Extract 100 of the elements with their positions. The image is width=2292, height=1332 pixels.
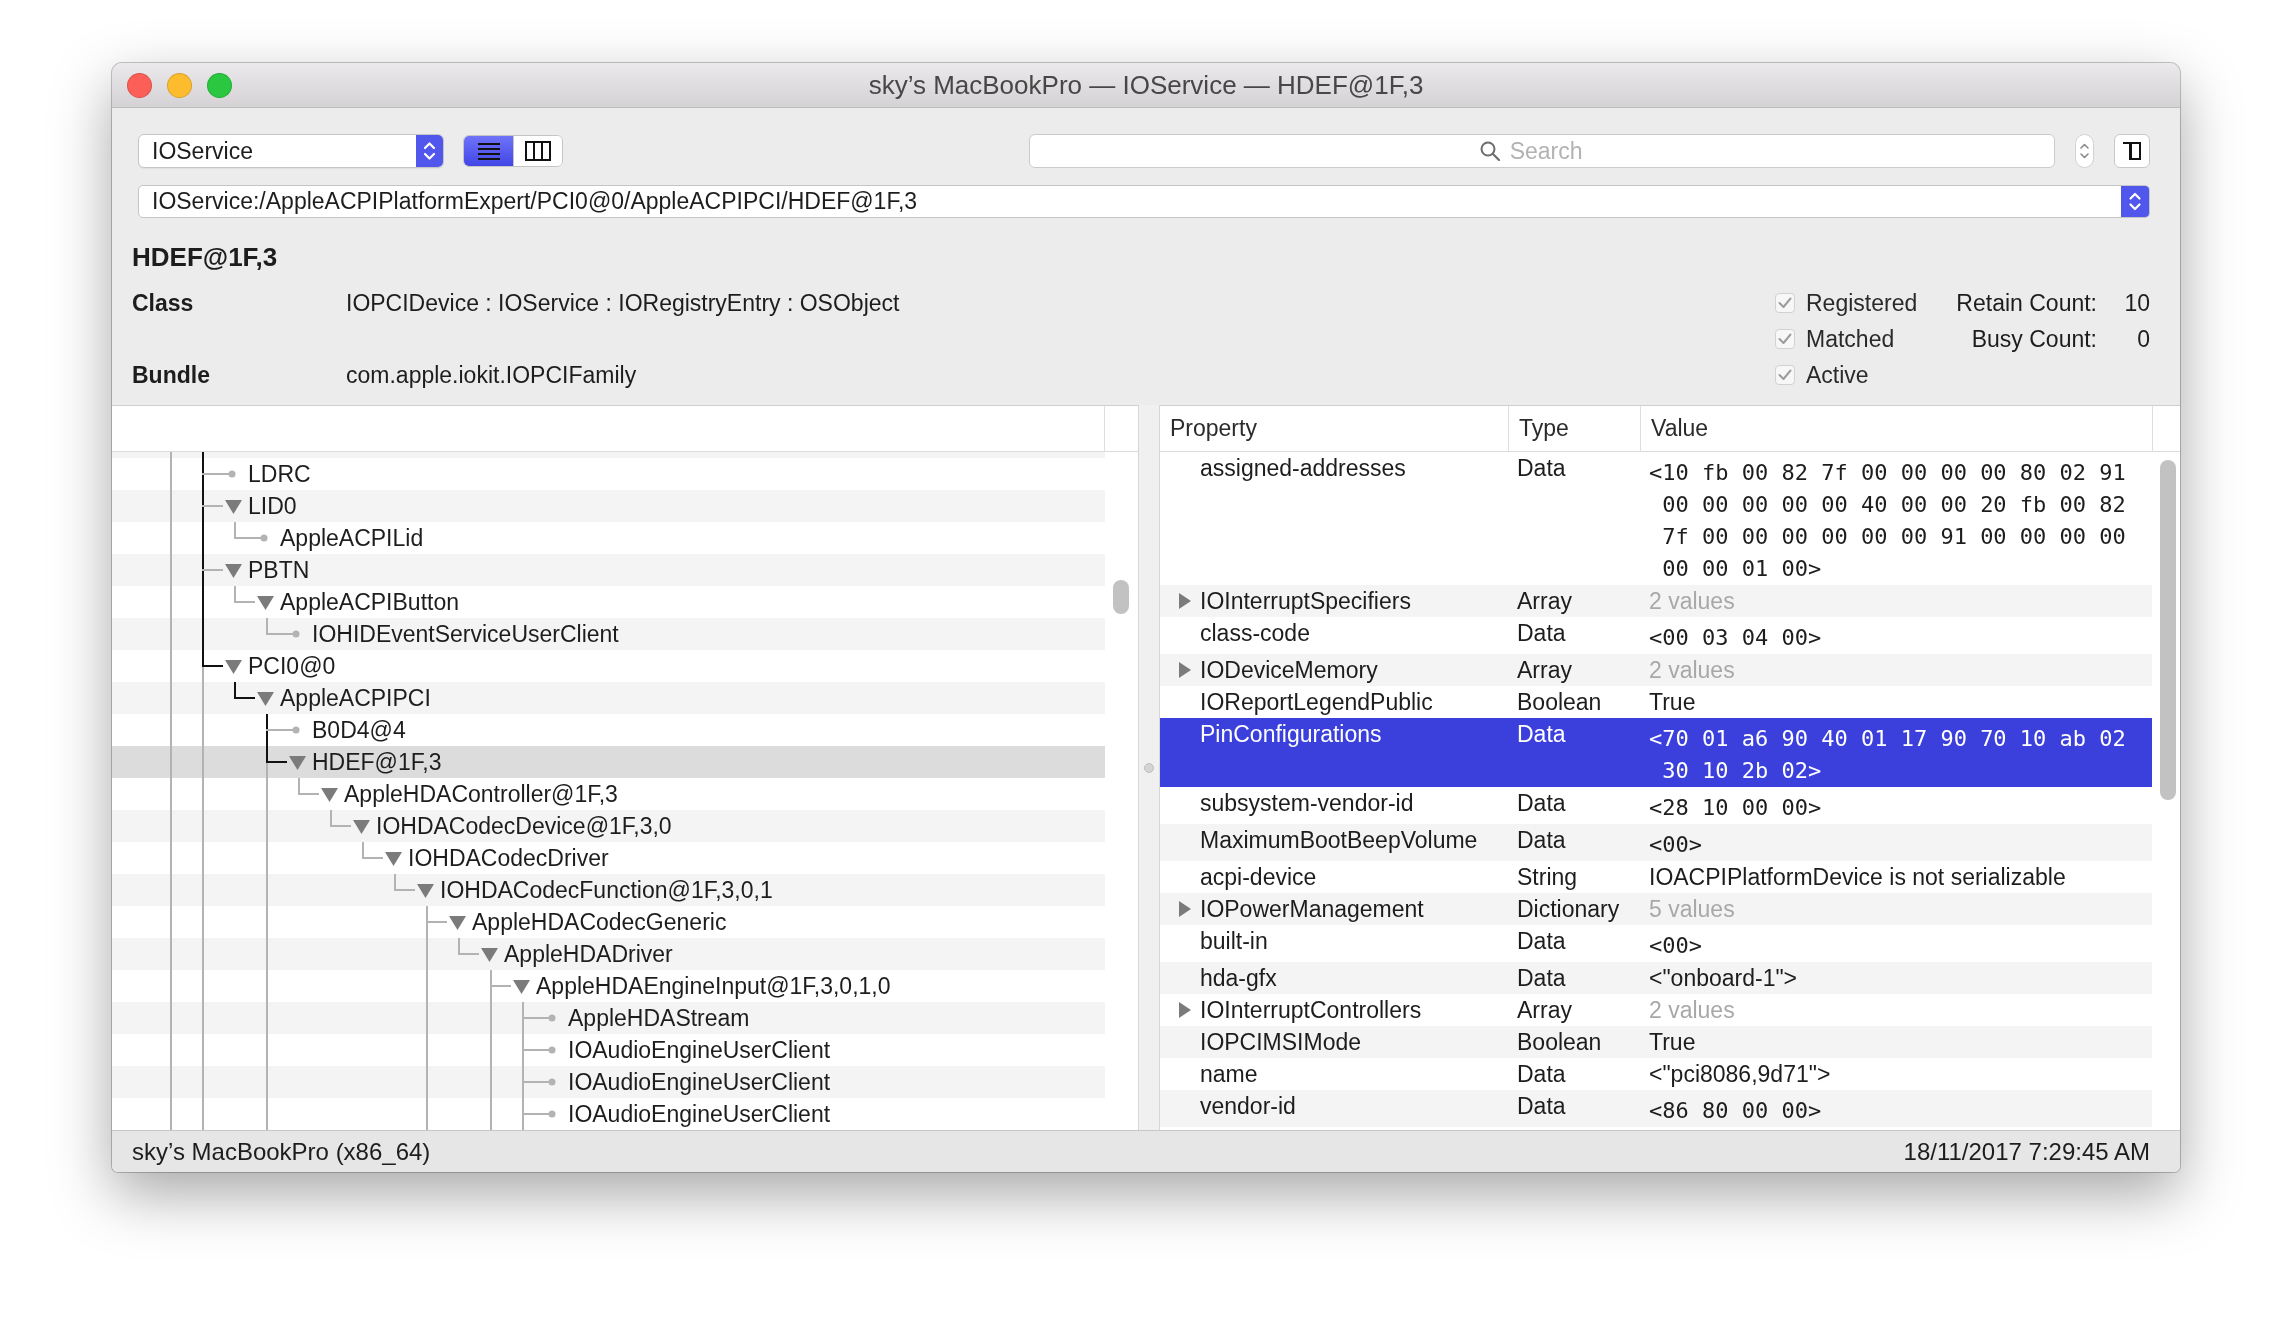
property-row[interactable]: IOPowerManagement Dictionary 5 values: [1160, 893, 2152, 925]
tree-node-label: AppleACPILid: [280, 523, 424, 553]
disclosure-triangle-icon[interactable]: [1178, 1002, 1191, 1018]
property-value: 2 values: [1649, 996, 1735, 1025]
field-label: Class: [132, 288, 195, 318]
disclosure-triangle-icon[interactable]: [257, 594, 274, 610]
count-value: 0: [2136, 324, 2150, 354]
tree-row[interactable]: AppleACPIPCI: [112, 682, 1105, 714]
disclosure-triangle-icon[interactable]: [417, 882, 434, 898]
property-row[interactable]: hda-gfx Data <"onboard-1">: [1160, 962, 2152, 994]
disclosure-triangle-icon[interactable]: [225, 498, 242, 514]
property-value: <10 fb 00 82 7f 00 00 00 00 80 02 91 00 00 00 00 00 40 00 00 20 fb 00 82 7f 00 00 00 00 00 00 91 00 00 00 00 00 00 01 00>: [1649, 459, 2127, 583]
inspector-button[interactable]: [2114, 134, 2150, 168]
disclosure-triangle-icon[interactable]: [353, 818, 370, 834]
tree-row[interactable]: IOHIDEventServiceUserClient: [112, 618, 1105, 650]
tree-row[interactable]: IOAudioEngineUserClient: [112, 1066, 1105, 1098]
field-value: IOPCIDevice : IOService : IORegistryEntry : OSObject: [346, 288, 900, 318]
tree-node-label: AppleHDADriver: [504, 939, 673, 969]
tree-node-label: LID0: [248, 491, 297, 521]
property-value: IOACPIPlatformDevice is not serializable: [1649, 863, 2066, 892]
tree-node-label: AppleHDAController@1F,3: [344, 779, 618, 809]
property-type: Array: [1517, 656, 1572, 685]
tree-node-label: IOAudioEngineUserClient: [568, 1035, 831, 1065]
property-value: <00 03 04 00>: [1649, 624, 1823, 652]
machine-label: sky’s MacBookPro (x86_64): [132, 1136, 431, 1167]
tree-row[interactable]: AppleHDADriver: [112, 938, 1105, 970]
column-view-button[interactable]: [513, 136, 562, 166]
scrollbar-thumb[interactable]: [2160, 460, 2176, 800]
property-row[interactable]: PinConfigurations Data <70 01 a6 90 40 01 17 90 70 10 ab 02 30 10 2b 02>: [1160, 718, 2152, 787]
property-value: <00>: [1649, 831, 1703, 859]
tree-row[interactable]: LID0: [112, 490, 1105, 522]
property-value: <00>: [1649, 932, 1703, 960]
chevron-updown-icon: [2121, 186, 2149, 217]
property-name: assigned-addresses: [1200, 454, 1406, 483]
divider-handle-icon[interactable]: [1144, 762, 1154, 773]
property-row[interactable]: MaximumBootBeepVolume Data <00>: [1160, 824, 2152, 861]
disclosure-triangle-icon[interactable]: [1178, 662, 1191, 678]
column-header[interactable]: Type: [1508, 406, 1640, 451]
property-value: 5 values: [1649, 895, 1735, 924]
column-header[interactable]: Value: [1640, 406, 2152, 451]
zoom-button[interactable]: [207, 72, 232, 98]
scrollbar-thumb[interactable]: [1113, 580, 1129, 614]
disclosure-triangle-icon[interactable]: [225, 562, 242, 578]
property-type: Array: [1517, 587, 1572, 616]
property-name: hda-gfx: [1200, 964, 1277, 993]
disclosure-triangle-icon[interactable]: [225, 658, 242, 674]
property-row[interactable]: IOPCIMSIMode Boolean True: [1160, 1026, 2152, 1058]
search-icon: [1479, 141, 1500, 161]
count-label: Retain Count:: [1956, 288, 2097, 318]
search-input[interactable]: Search: [1509, 136, 1605, 166]
property-row[interactable]: IODeviceMemory Array 2 values: [1160, 654, 2152, 686]
property-type: Data: [1517, 454, 1566, 483]
disclosure-triangle-icon[interactable]: [289, 754, 306, 770]
tree-node-label: IOHDACodecFunction@1F,3,0,1: [440, 875, 773, 905]
property-value: True: [1649, 688, 1696, 717]
tree-node-label: IOHIDEventServiceUserClient: [312, 619, 619, 649]
property-value: <86 80 00 00>: [1649, 1097, 1823, 1125]
plane-popup-button[interactable]: IOService: [138, 134, 444, 168]
property-type: Data: [1517, 826, 1566, 855]
property-name: IOInterruptControllers: [1200, 996, 1422, 1025]
property-type: Data: [1517, 964, 1566, 993]
property-value: <28 10 00 00>: [1649, 794, 1823, 822]
chevron-updown-icon: [416, 135, 443, 167]
tree-node-label: HDEF@1F,3: [312, 747, 442, 777]
disclosure-triangle-icon[interactable]: [513, 978, 530, 994]
checkbox-label: Registered: [1806, 288, 1918, 318]
tree-node-label: PBTN: [248, 555, 310, 585]
property-value: 2 values: [1649, 656, 1735, 685]
stepper-button[interactable]: [2075, 134, 2094, 168]
tree-node-label: IOAudioEngineUserClient: [568, 1099, 831, 1129]
tree-row[interactable]: IOHDACodecFunction@1F,3,0,1: [112, 874, 1105, 906]
property-type: Boolean: [1517, 1028, 1602, 1057]
list-icon: [477, 142, 500, 160]
list-view-button[interactable]: [464, 136, 513, 166]
disclosure-triangle-icon[interactable]: [1178, 593, 1191, 609]
disclosure-triangle-icon[interactable]: [449, 914, 466, 930]
checkbox-label: Active: [1806, 360, 1869, 390]
property-row[interactable]: IOInterruptSpecifiers Array 2 values: [1160, 585, 2152, 617]
property-type: Boolean: [1517, 688, 1602, 717]
search-field[interactable]: Search: [1029, 134, 2055, 168]
column-header[interactable]: Property: [1160, 406, 1508, 451]
property-name: IOReportLegendPublic: [1200, 688, 1433, 717]
property-type: Data: [1517, 927, 1566, 956]
disclosure-triangle-icon[interactable]: [257, 690, 274, 706]
tree-node-label: IOAudioEngineUserClient: [568, 1067, 831, 1097]
disclosure-triangle-icon[interactable]: [481, 946, 498, 962]
tree-row[interactable]: PBTN: [112, 554, 1105, 586]
property-row[interactable]: vendor-id Data <86 80 00 00>: [1160, 1090, 2152, 1127]
property-name: built-in: [1200, 927, 1268, 956]
property-name: vendor-id: [1200, 1092, 1296, 1121]
tree-row[interactable]: IOHDACodecDevice@1F,3,0: [112, 810, 1105, 842]
disclosure-triangle-icon[interactable]: [385, 850, 402, 866]
disclosure-triangle-icon[interactable]: [1178, 901, 1191, 917]
disclosure-triangle-icon[interactable]: [321, 786, 338, 802]
tree-row[interactable]: AppleHDAStream: [112, 1002, 1105, 1034]
property-name: IOPowerManagement: [1200, 895, 1424, 924]
close-button[interactable]: [127, 72, 152, 98]
tree-row[interactable]: HDEF@1F,3: [112, 746, 1105, 778]
tree-node-label: AppleACPIPCI: [280, 683, 431, 713]
count-value: 10: [2123, 288, 2150, 318]
